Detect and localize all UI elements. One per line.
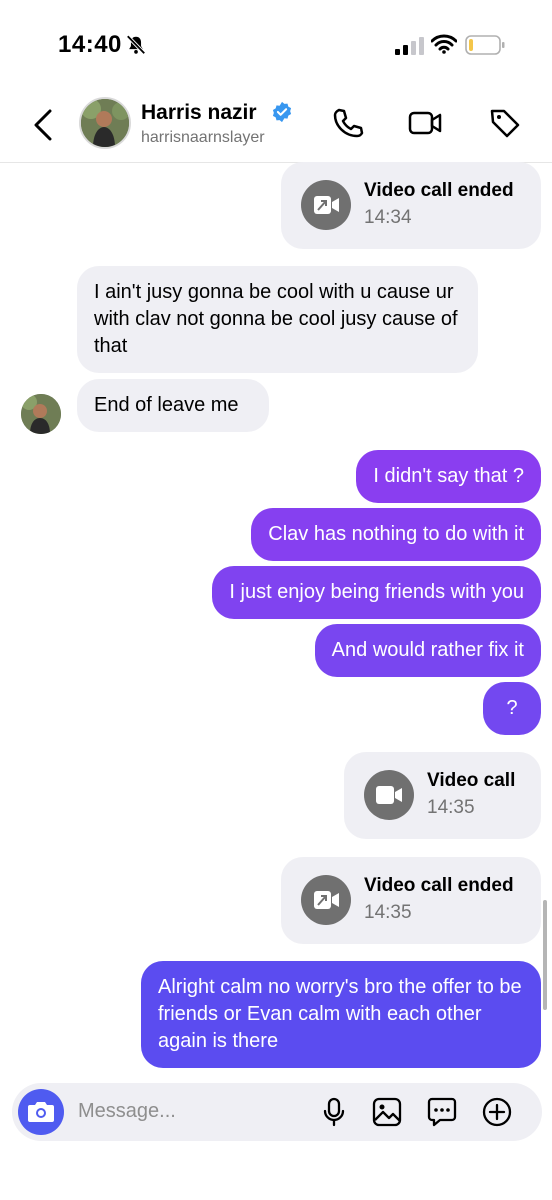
microphone-icon[interactable] xyxy=(318,1096,350,1128)
plus-icon[interactable] xyxy=(481,1096,513,1128)
message-incoming[interactable]: I ain't jusy gonna be cool with u cause … xyxy=(77,266,478,373)
avatar[interactable] xyxy=(79,97,131,149)
message-incoming[interactable]: End of leave me xyxy=(77,379,269,432)
sticker-icon[interactable] xyxy=(426,1096,458,1128)
signal-icon xyxy=(395,37,424,55)
video-call-icon xyxy=(364,770,414,820)
wifi-icon xyxy=(431,34,457,54)
gallery-icon[interactable] xyxy=(371,1096,403,1128)
call-time: 14:35 xyxy=(427,797,475,818)
video-call-ended-icon xyxy=(301,180,351,230)
camera-button[interactable] xyxy=(18,1089,64,1135)
call-title: Video call ended xyxy=(364,875,514,896)
video-call-ended-icon xyxy=(301,875,351,925)
message-outgoing[interactable]: Alright calm no worry's bro the offer to… xyxy=(141,961,541,1068)
sender-avatar[interactable] xyxy=(21,394,61,434)
scrollbar[interactable] xyxy=(543,900,547,1010)
phone-icon[interactable] xyxy=(331,106,365,140)
status-bar: 14:40 xyxy=(0,0,552,90)
contact-handle: harrisnaarnslayer xyxy=(141,129,265,146)
message-outgoing[interactable]: ? xyxy=(483,682,541,735)
contact-name[interactable]: Harris nazir xyxy=(141,101,257,125)
message-outgoing[interactable]: I just enjoy being friends with you xyxy=(212,566,541,619)
verified-badge-icon xyxy=(272,101,292,123)
message-outgoing[interactable]: Clav has nothing to do with it xyxy=(251,508,541,561)
call-time: 14:34 xyxy=(364,207,412,228)
message-composer: Message... xyxy=(12,1083,542,1141)
chat-header: Harris nazir harrisnaarnslayer xyxy=(0,90,552,163)
message-input[interactable]: Message... xyxy=(78,1100,176,1123)
call-time: 14:35 xyxy=(364,902,412,923)
video-call-ended-card[interactable]: Video call ended 14:35 xyxy=(281,857,541,944)
camera-icon xyxy=(28,1102,54,1122)
video-call-ended-card[interactable]: Video call ended 14:34 xyxy=(281,162,541,249)
video-call-card[interactable]: Video call 14:35 xyxy=(344,752,541,839)
bell-slash-icon xyxy=(126,35,146,55)
battery-icon xyxy=(465,35,505,55)
status-time: 14:40 xyxy=(58,31,122,58)
avatar-photo xyxy=(81,99,129,147)
call-title: Video call ended xyxy=(364,180,514,201)
tag-icon[interactable] xyxy=(488,106,522,140)
message-outgoing[interactable]: And would rather fix it xyxy=(314,624,541,677)
back-arrow-icon[interactable] xyxy=(30,108,56,142)
call-title: Video call xyxy=(427,770,516,791)
video-icon[interactable] xyxy=(408,106,442,140)
message-outgoing[interactable]: I didn't say that ? xyxy=(356,450,541,503)
